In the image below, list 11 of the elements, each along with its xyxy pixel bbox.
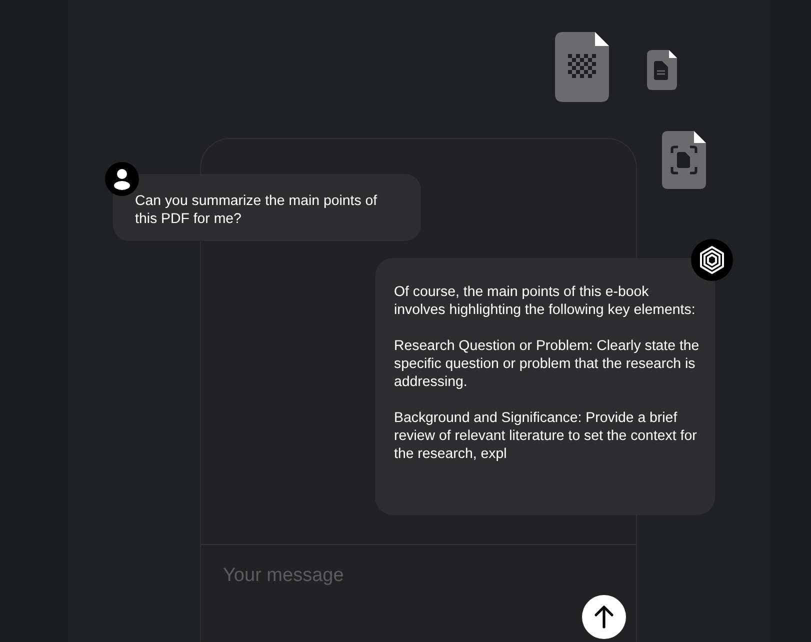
user-avatar-icon [105,162,139,196]
message-text: Can you summarize the main points of this PDF for me? [135,192,378,228]
file-icon [555,32,609,102]
message-text: Of course, the main points of this e-book involves highlighting the following key elements: [394,283,696,319]
document-scan-icon [662,131,706,189]
assistant-avatar-icon [691,239,733,281]
document-icon [647,50,677,90]
message-text: Research Question or Problem: Clearly state the specific question or problem that the research is addressing. [394,337,700,391]
send-button[interactable] [582,595,626,639]
message-field[interactable]: Your message [223,565,553,587]
message-text: Background and Significance: Provide a brief review of relevant literature to set the context for the research, expl [394,409,698,463]
